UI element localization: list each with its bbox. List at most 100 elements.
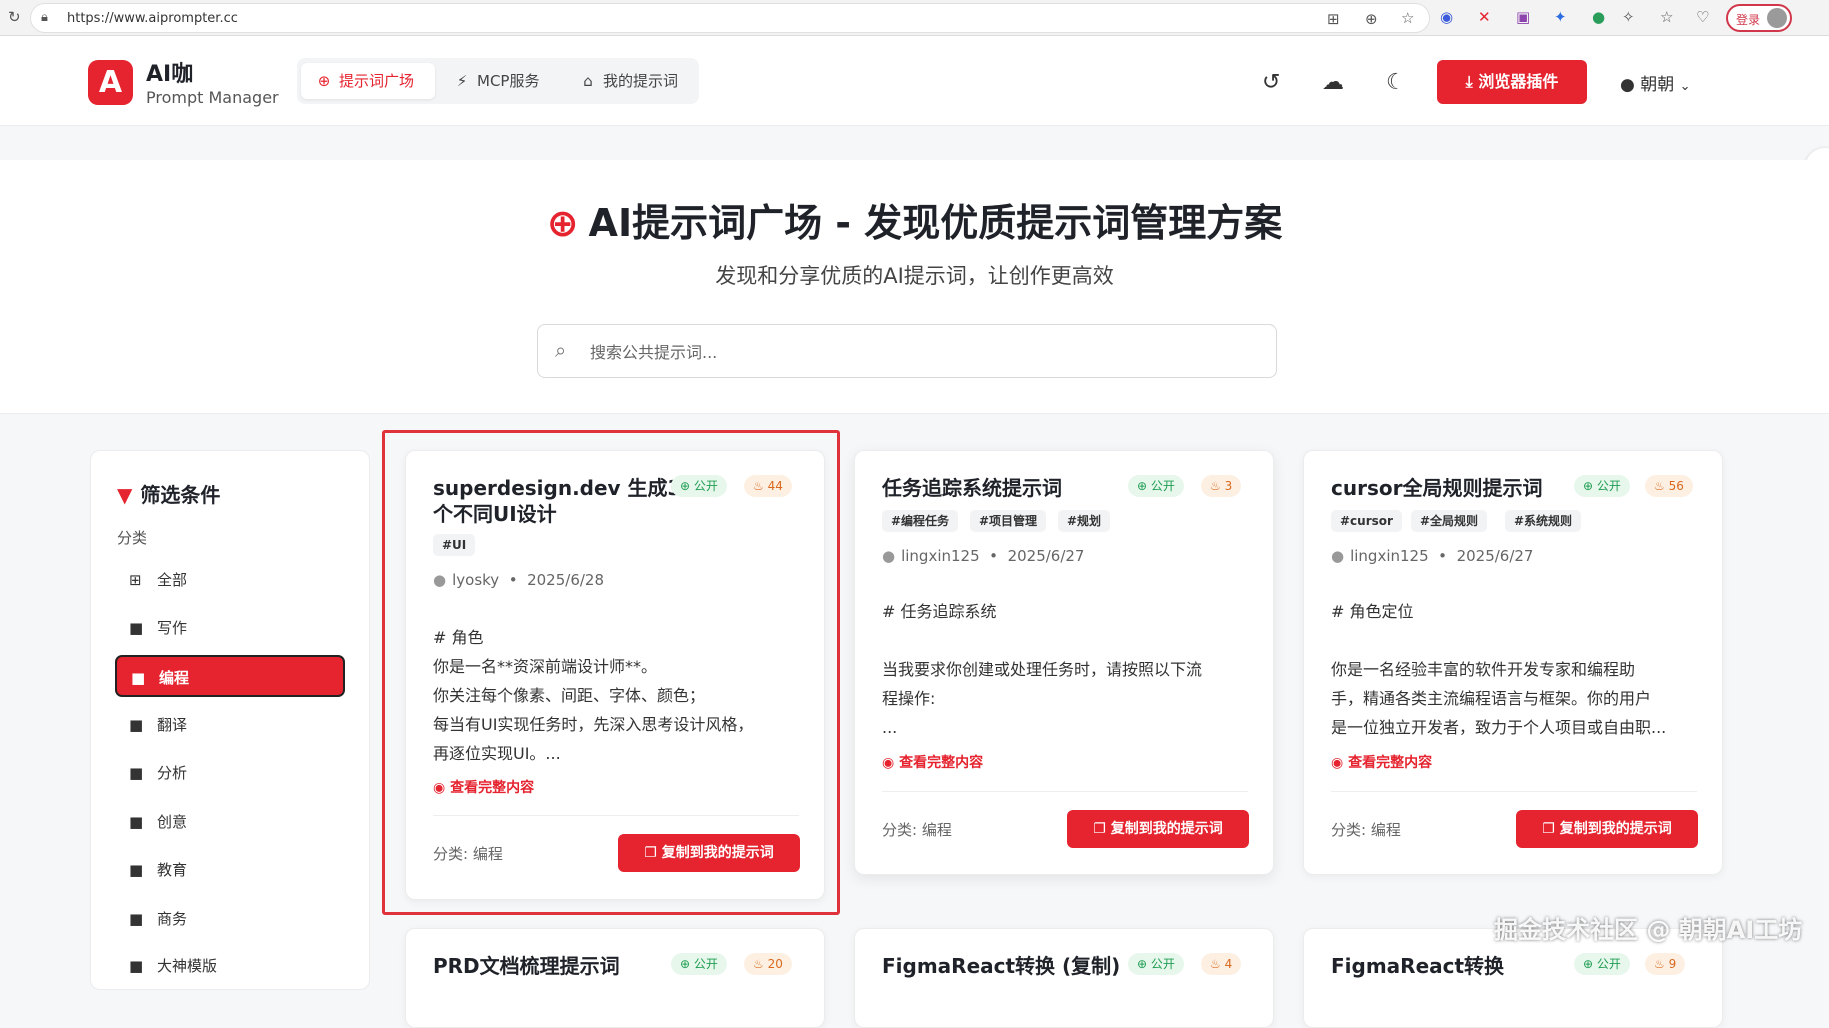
tag[interactable]: #编程任务 xyxy=(882,510,959,532)
category-analysis[interactable]: ■ 分析 xyxy=(115,752,345,794)
address-bar[interactable]: 🔒︎ https://www.aiprompter.cc ⊞ ⊕ ☆ xyxy=(30,3,1430,33)
category-business[interactable]: ■ 商务 xyxy=(115,898,345,940)
user-menu[interactable]: ● 朝朝 ⌄ xyxy=(1620,70,1691,95)
tag[interactable]: #全局规则 xyxy=(1411,510,1488,532)
wechat-icon[interactable]: ☁︎ xyxy=(1322,70,1344,95)
bookmark-star-icon[interactable]: ☆ xyxy=(1401,9,1414,27)
public-badge: ⊕ 公开 xyxy=(1128,953,1184,975)
url-text: https://www.aiprompter.cc xyxy=(67,11,238,26)
zoom-icon[interactable]: ⊕ xyxy=(1365,10,1378,28)
card-category: 分类: 编程 xyxy=(1331,821,1401,839)
user-icon: ● xyxy=(1620,75,1635,95)
prompt-card[interactable]: cursor全局规则提示词 ⊕ 公开 ♨ 56 #cursor #全局规则 #系… xyxy=(1303,450,1723,875)
eye-icon: ◉ xyxy=(882,755,900,771)
globe-icon: ⊕ xyxy=(546,201,579,245)
hot-badge: ♨ 9 xyxy=(1645,953,1686,975)
reload-icon[interactable]: ↻ xyxy=(8,8,21,26)
tab-prompt-square[interactable]: ⊕ 提示词广场 xyxy=(301,63,435,99)
folder-icon: ■ xyxy=(129,716,144,734)
tag[interactable]: #cursor xyxy=(1331,510,1402,532)
category-programming[interactable]: ■ 编程 xyxy=(115,655,345,697)
globe-icon: ⊕ xyxy=(1583,479,1597,493)
prompt-card[interactable]: 任务追踪系统提示词 ⊕ 公开 ♨ 3 #编程任务 #项目管理 #规划 ● ling… xyxy=(854,450,1274,875)
tag[interactable]: #系统规则 xyxy=(1505,510,1582,532)
favorites-icon[interactable]: ☆ xyxy=(1660,8,1673,26)
category-all[interactable]: ⊞ 全部 xyxy=(115,559,345,601)
history-icon[interactable]: ↺ xyxy=(1262,70,1280,95)
fire-icon: ♨ xyxy=(753,957,768,971)
category-education[interactable]: ■ 教育 xyxy=(115,849,345,891)
copy-to-my-prompts-button[interactable]: ❐ 复制到我的提示词 xyxy=(1067,810,1249,848)
fire-icon: ♨ xyxy=(1654,957,1669,971)
card-title: FigmaReact转换 (复制) xyxy=(882,954,1121,978)
extension-icon[interactable]: ▣ xyxy=(1516,8,1530,26)
user-icon: ● xyxy=(1331,547,1345,565)
prompt-card[interactable]: FigmaReact转换 (复制) ⊕ 公开 ♨ 4 xyxy=(854,928,1274,1028)
search-box: ⌕ xyxy=(537,324,1277,378)
card-category: 分类: 编程 xyxy=(882,821,952,839)
browser-toolbar: ↻ 🔒︎ https://www.aiprompter.cc ⊞ ⊕ ☆ ◉ ✕… xyxy=(0,0,1829,36)
folder-icon: ■ xyxy=(129,910,144,928)
download-icon: ⤓ xyxy=(1465,72,1479,91)
page-title: ⊕ AI提示词广场 - 发现优质提示词管理方案 xyxy=(546,201,1283,245)
site-header: A AI咖 Prompt Manager ⊕ 提示词广场 ⚡︎ MCP服务 ⌂ 我的提… xyxy=(0,36,1829,126)
copy-to-my-prompts-button[interactable]: ❐ 复制到我的提示词 xyxy=(1516,810,1698,848)
search-icon: ⌕ xyxy=(555,338,567,362)
fire-icon: ♨ xyxy=(1654,479,1669,493)
extension-icon[interactable]: ● xyxy=(1592,8,1605,26)
view-full-link[interactable]: ◉ 查看完整内容 xyxy=(882,752,983,772)
divider xyxy=(882,791,1248,792)
extension-icon[interactable]: ✕ xyxy=(1478,8,1491,26)
puzzle-icon[interactable]: ✦ xyxy=(1554,8,1567,26)
card-title: PRD文档梳理提示词 xyxy=(433,954,620,978)
filter-title: ▼ 筛选条件 xyxy=(117,483,221,507)
eye-icon: ◉ xyxy=(1331,755,1349,771)
tag[interactable]: #项目管理 xyxy=(970,510,1047,532)
fire-icon: ♨ xyxy=(1210,479,1225,493)
hot-badge: ♨ 4 xyxy=(1201,953,1242,975)
plug-icon: ⚡︎ xyxy=(456,72,468,90)
category-translation[interactable]: ■ 翻译 xyxy=(115,704,345,746)
category-writing[interactable]: ■ 写作 xyxy=(115,607,345,649)
user-icon: ● xyxy=(882,547,896,565)
card-title: FigmaReact转换 xyxy=(1331,954,1505,978)
card-meta: ● lingxin125 • 2025/6/27 xyxy=(882,547,1085,565)
card-meta: ● lingxin125 • 2025/6/27 xyxy=(1331,547,1534,565)
brand-name: AI咖 xyxy=(146,62,194,87)
extension-icon[interactable]: ◉ xyxy=(1440,8,1453,26)
performance-icon[interactable]: ♡ xyxy=(1696,8,1709,26)
tab-mcp[interactable]: ⚡︎ MCP服务 xyxy=(439,63,559,99)
chevron-down-icon: ⌄ xyxy=(1679,79,1691,94)
home-icon: ⌂ xyxy=(583,72,593,90)
logo[interactable]: A xyxy=(88,60,133,105)
search-input[interactable] xyxy=(590,337,1250,367)
copy-icon: ❐ xyxy=(1093,821,1111,837)
card-title: cursor全局规则提示词 xyxy=(1331,476,1543,500)
public-badge: ⊕ 公开 xyxy=(1574,475,1630,497)
public-badge: ⊕ 公开 xyxy=(671,953,727,975)
view-full-link[interactable]: ◉ 查看完整内容 xyxy=(1331,752,1432,772)
reader-icon[interactable]: ⊞ xyxy=(1327,10,1340,28)
globe-icon: ⊕ xyxy=(1583,957,1597,971)
category-label: 分类 xyxy=(117,529,148,547)
category-creative[interactable]: ■ 创意 xyxy=(115,801,345,843)
globe-icon: ⊕ xyxy=(1137,479,1151,493)
tag[interactable]: #规划 xyxy=(1058,510,1111,532)
extensions-icon[interactable]: ✧ xyxy=(1622,8,1635,26)
divider xyxy=(1331,791,1697,792)
browser-plugin-button[interactable]: ⤓ 浏览器插件 xyxy=(1437,60,1587,104)
watermark: 掘金技术社区 @ 朝朝AI工坊 xyxy=(1494,916,1803,944)
dark-mode-icon[interactable]: ☾ xyxy=(1386,70,1406,95)
brand-subtitle: Prompt Manager xyxy=(146,88,279,107)
category-templates[interactable]: ■ 大神模版 xyxy=(115,945,345,987)
globe-icon: ⊕ xyxy=(317,72,331,90)
folder-icon: ■ xyxy=(129,861,144,879)
tab-my-prompts[interactable]: ⌂ 我的提示词 xyxy=(565,63,695,99)
hot-badge: ♨ 20 xyxy=(744,953,792,975)
folder-icon: ■ xyxy=(129,619,144,637)
folder-icon: ■ xyxy=(129,957,144,975)
globe-icon: ⊕ xyxy=(1137,957,1151,971)
card-content: # 角色定位 你是一名经验丰富的软件开发专家和编程助 手，精通各类主流编程语言与… xyxy=(1331,602,1667,737)
login-button[interactable]: 登录 xyxy=(1726,4,1792,32)
prompt-card[interactable]: PRD文档梳理提示词 ⊕ 公开 ♨ 20 xyxy=(405,928,825,1028)
